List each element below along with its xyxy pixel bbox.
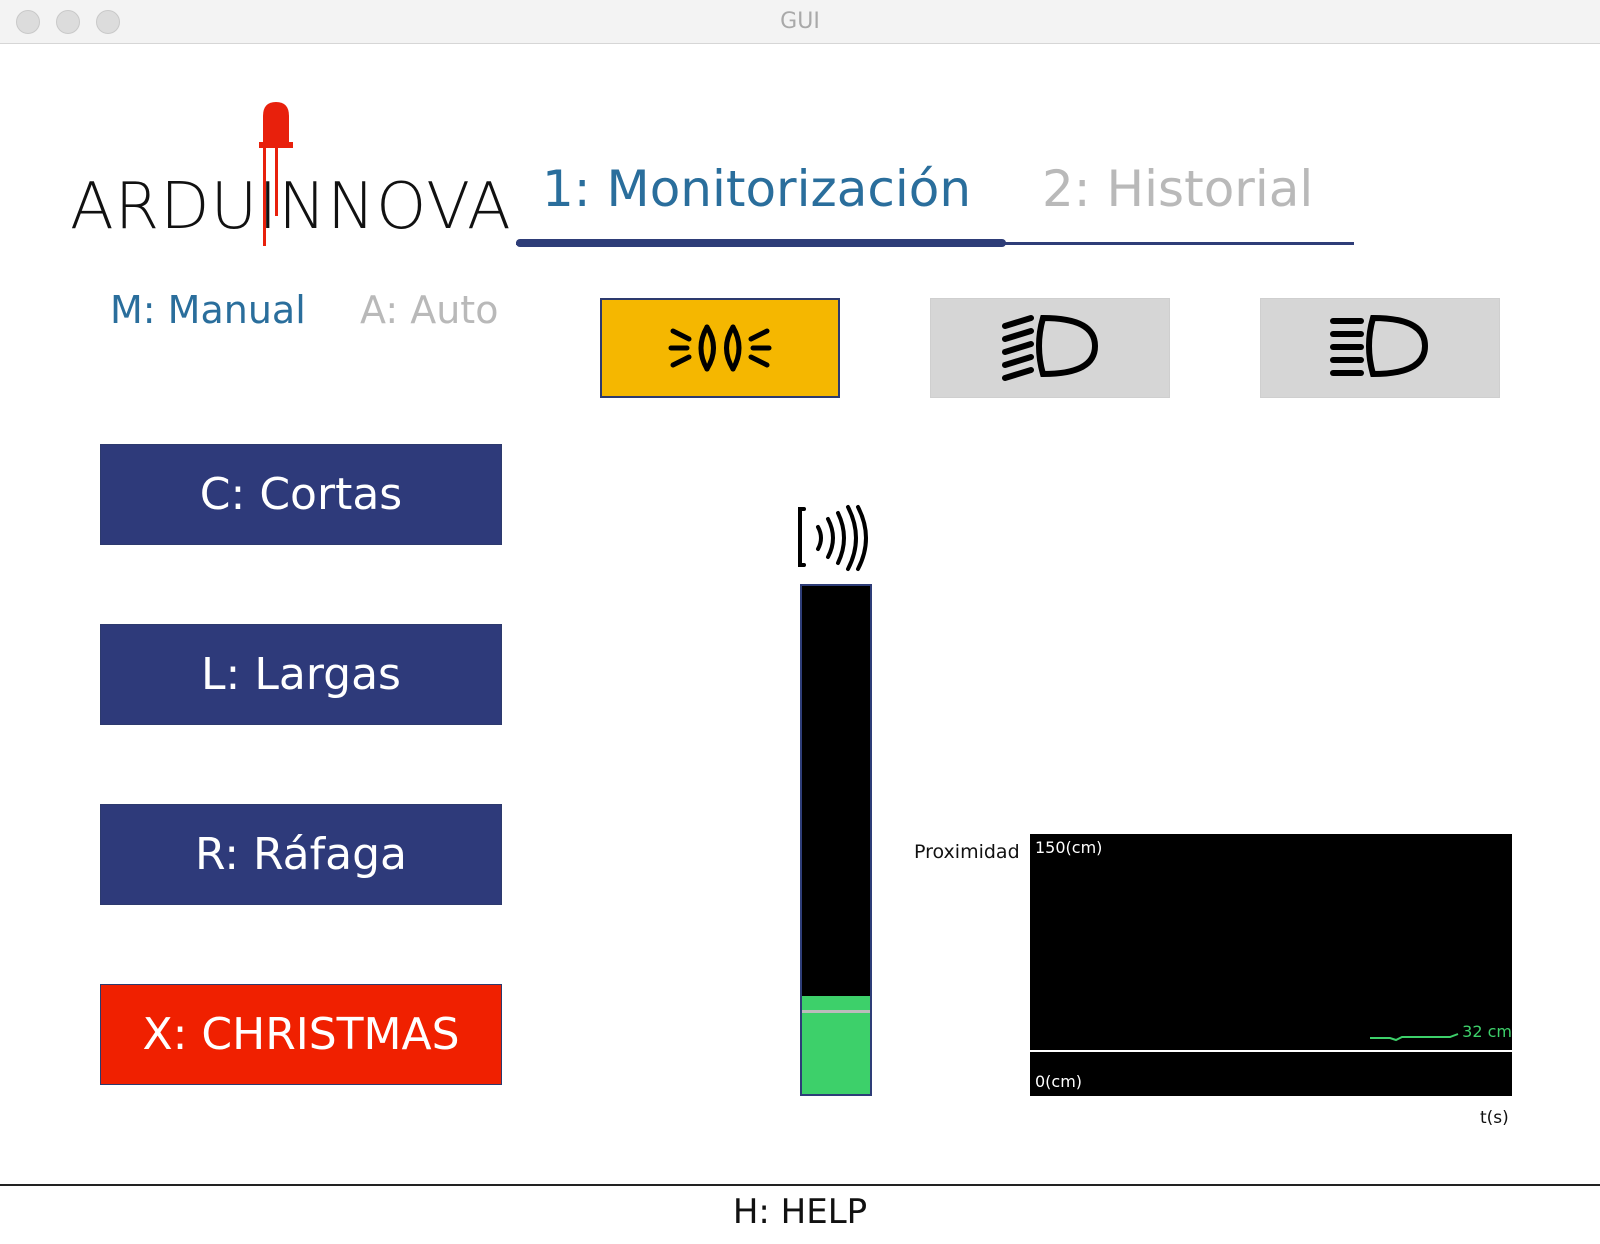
mode-manual[interactable]: M: Manual (110, 288, 306, 332)
proximity-sensor-icon (798, 505, 868, 571)
high-beam-icon (1330, 314, 1429, 378)
tab-historial[interactable]: 2: Historial (1042, 160, 1313, 218)
mode-auto[interactable]: A: Auto (360, 288, 498, 332)
christmas-button[interactable]: X: CHRISTMAS (100, 984, 502, 1085)
proximity-threshold-marker (802, 1010, 870, 1013)
chart-min-label: 0(cm) (1035, 1072, 1083, 1091)
help-button[interactable]: H: HELP (0, 1192, 1600, 1232)
window-title: GUI (780, 9, 820, 34)
proximity-label: Proximidad (914, 841, 1020, 863)
proximity-trace (1370, 1033, 1459, 1042)
cortas-button[interactable]: C: Cortas (100, 444, 502, 545)
low-beam-icon (1002, 314, 1099, 381)
largas-button[interactable]: L: Largas (100, 624, 502, 725)
proximity-level-bar (800, 584, 872, 1096)
high-beam-indicator[interactable] (1260, 298, 1500, 398)
window-titlebar: GUI (0, 0, 1600, 44)
footer-divider (0, 1184, 1600, 1186)
parking-lights-icon (668, 324, 772, 372)
parking-lights-indicator[interactable] (600, 298, 840, 398)
active-tab-indicator (516, 239, 1006, 247)
low-beam-indicator[interactable] (930, 298, 1170, 398)
proximity-chart: 150(cm) 32 cm 0(cm) (1030, 834, 1512, 1096)
time-axis-label: t(s) (1480, 1108, 1509, 1128)
tab-monitorizacion[interactable]: 1: Monitorización (542, 160, 971, 218)
rafaga-button[interactable]: R: Ráfaga (100, 804, 502, 905)
logo-text: ARDUINNOVA (70, 170, 512, 244)
proximity-plot (1030, 1033, 1512, 1052)
arduinnova-logo: ARDUINNOVA (70, 98, 511, 250)
chart-current-label: 32 cm (1462, 1022, 1512, 1041)
